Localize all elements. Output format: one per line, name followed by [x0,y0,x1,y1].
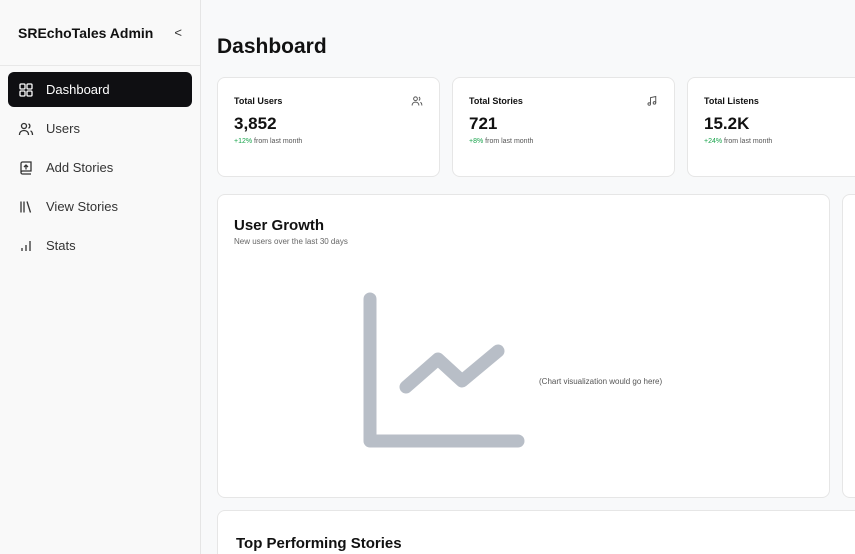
stat-value: 15.2K [704,114,750,133]
stat-value: 721 [469,114,498,133]
sidebar-item-dashboard[interactable]: Dashboard [8,72,192,107]
stat-delta: +8% from last month [469,138,658,145]
music-icon [647,95,657,106]
sidebar-item-stats[interactable]: Stats [8,228,192,263]
sidebar-item-add-stories[interactable]: Add Stories [8,150,192,185]
user-growth-card: User Growth New users over the last 30 d… [217,194,830,498]
collapse-sidebar-button[interactable]: < [174,25,182,40]
users-icon [411,96,423,106]
layout-grid-icon [19,82,33,97]
delta-percent: +24% [704,138,723,145]
sidebar-item-view-stories[interactable]: View Stories [8,189,192,224]
stat-value: 3,852 [234,114,277,133]
stat-delta: +24% from last month [704,138,855,145]
delta-percent: +8% [469,138,484,145]
bar-chart-icon [21,240,31,251]
stat-card-total-users: Total Users 3,852 +12% from last month [217,77,440,177]
sidebar: SREchoTales Admin < Dashboard Users Add … [0,0,201,554]
brand-title: SREchoTales Admin [18,24,154,41]
top-stories-card: Top Performing Stories [217,510,855,554]
stat-delta: +12% from last month [234,138,423,145]
stat-card-total-listens: Total Listens 15.2K +24% from last month [687,77,855,177]
top-stories-title: Top Performing Stories [236,535,402,552]
sidebar-header: SREchoTales Admin < [0,0,200,66]
delta-text: from last month [252,138,303,145]
chart-placeholder-text: (Chart visualization would go here) [539,377,663,386]
library-icon [20,200,32,213]
sidebar-nav: Dashboard Users Add Stories View Stories… [8,72,192,263]
users-icon [18,122,34,135]
growth-subtitle: New users over the last 30 days [234,237,348,246]
growth-title: User Growth [234,217,325,234]
sidebar-item-label: View Stories [46,199,119,214]
main-content: Dashboard Total Users 3,852 +12% from la… [201,0,855,554]
stat-card-total-stories: Total Stories 721 +8% from last month [452,77,675,177]
sidebar-item-label: Add Stories [46,160,114,175]
stat-label: Total Stories [469,96,523,106]
delta-text: from last month [483,138,534,145]
delta-text: from last month [722,138,773,145]
stat-label: Total Listens [704,96,759,106]
stats-row: Total Users 3,852 +12% from last month T… [217,77,855,177]
sidebar-item-label: Stats [46,238,76,253]
sidebar-item-label: Dashboard [46,82,110,97]
page-title: Dashboard [217,35,327,58]
line-chart-icon [363,292,525,448]
stat-label: Total Users [234,96,283,106]
secondary-card [842,194,855,498]
delta-percent: +12% [234,138,253,145]
sidebar-item-users[interactable]: Users [8,111,192,146]
app-root: SREchoTales Admin < Dashboard Users Add … [0,0,855,554]
book-upload-icon [20,160,32,175]
sidebar-item-label: Users [46,121,80,136]
